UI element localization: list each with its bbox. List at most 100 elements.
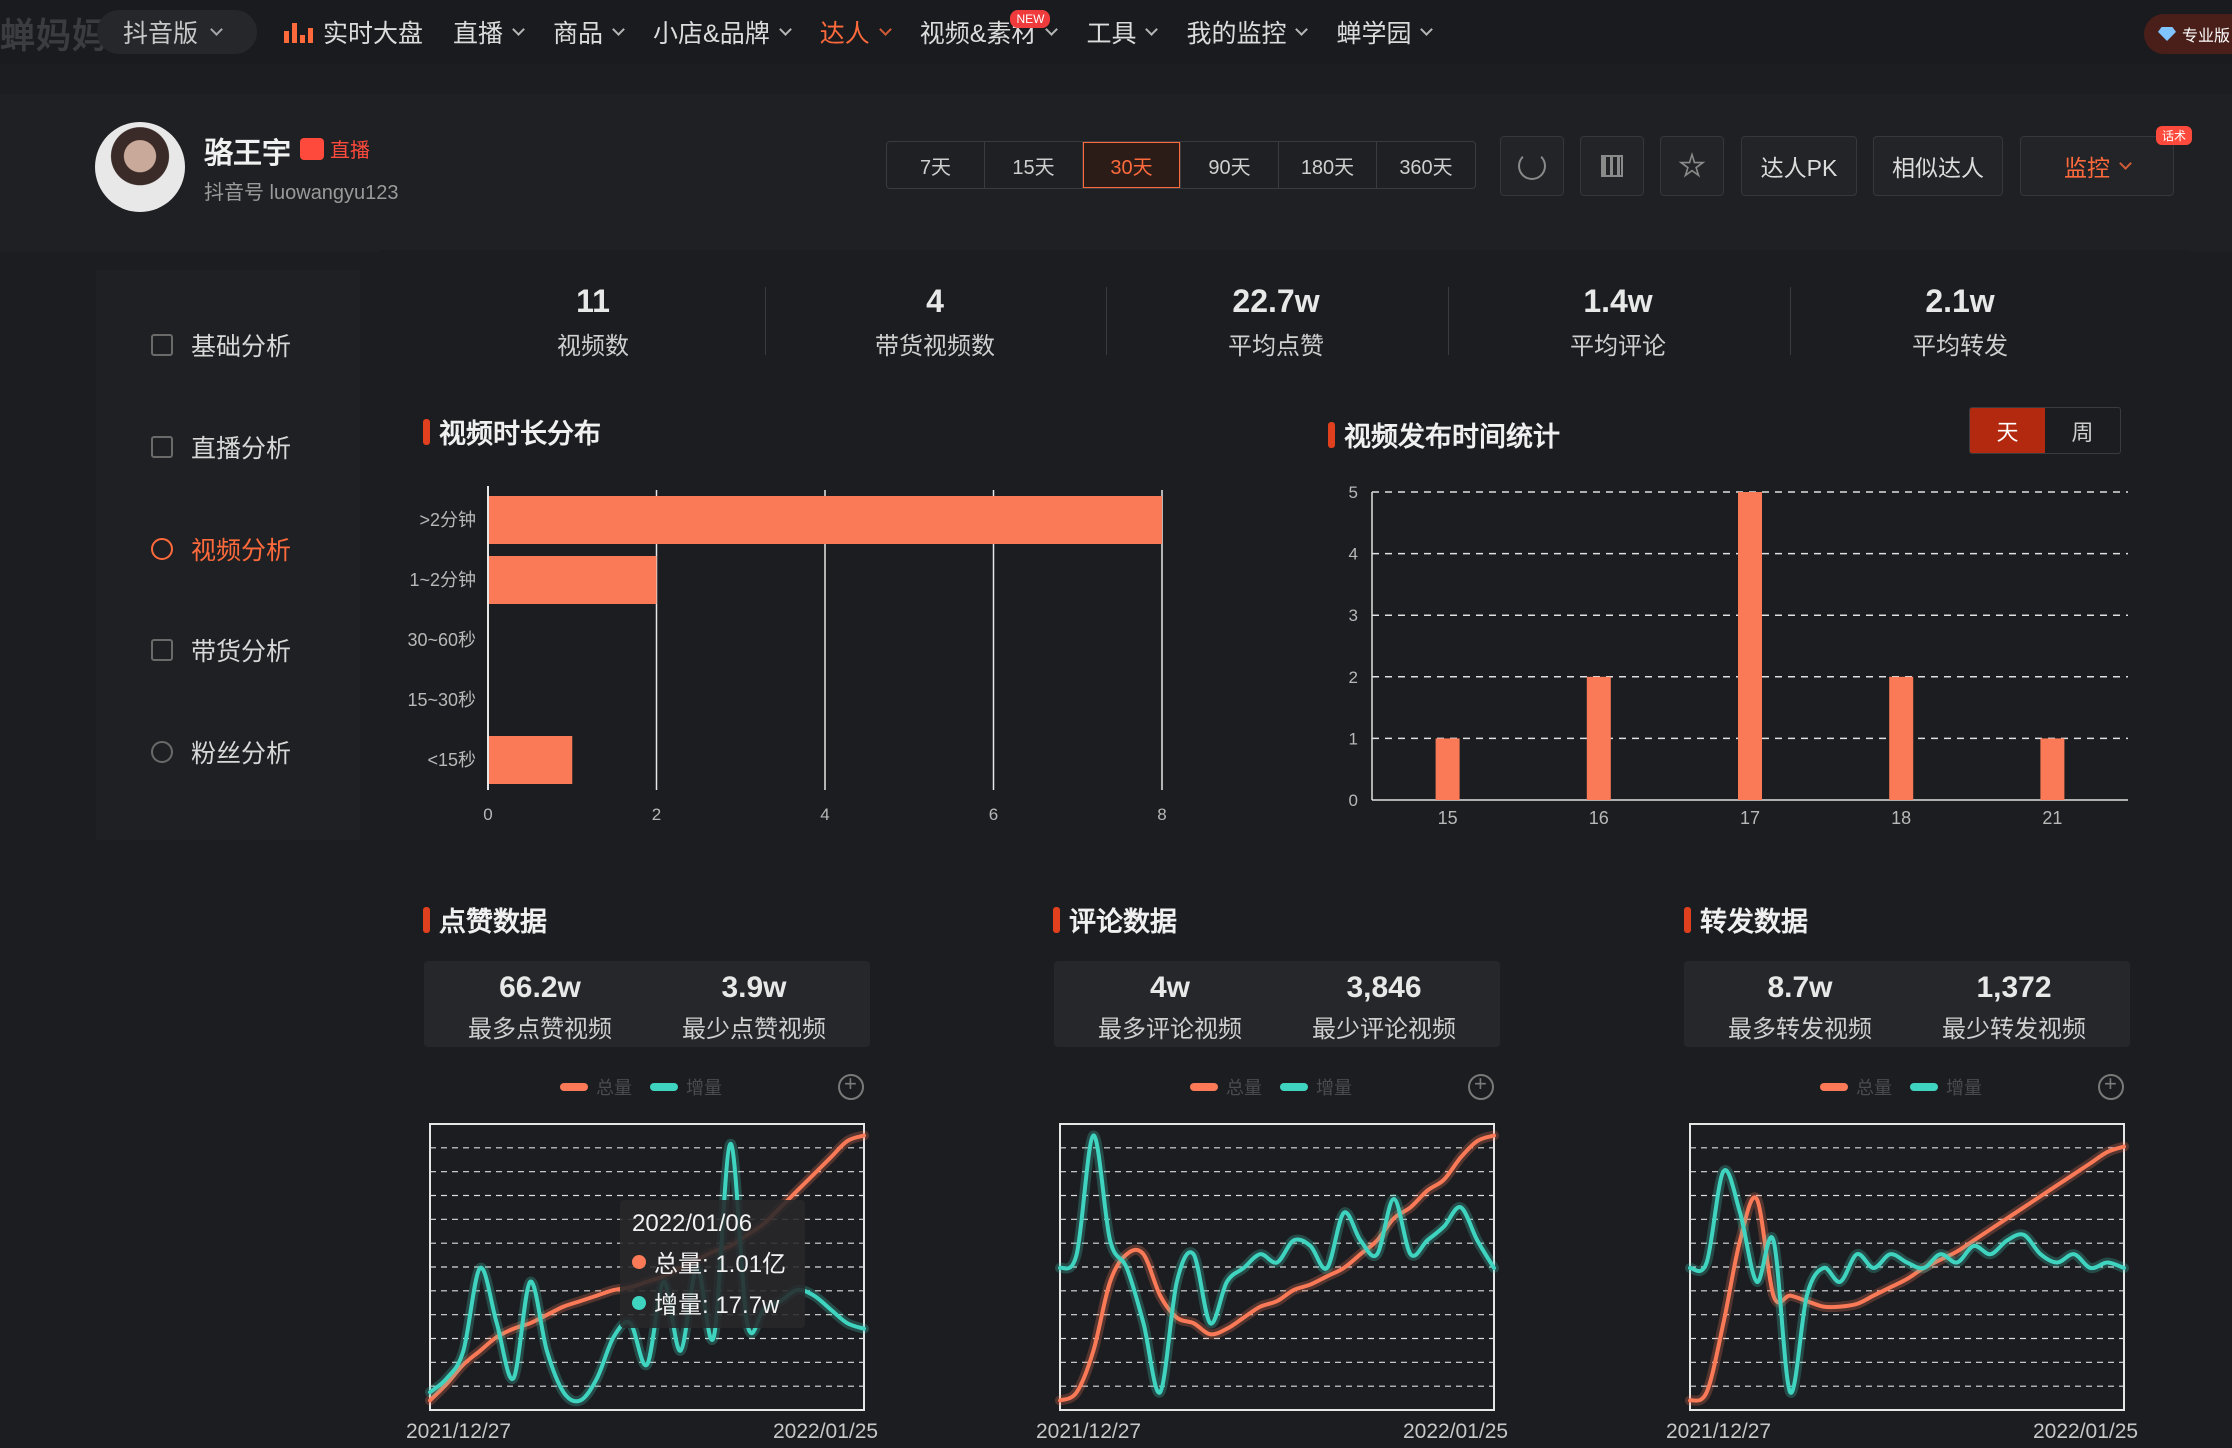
tooltip-total: 总量: 1.01亿 bbox=[654, 1251, 787, 1278]
shares-line-chart[interactable] bbox=[1684, 1118, 2134, 1418]
toggle-week[interactable]: 周 bbox=[2045, 408, 2120, 453]
version-select[interactable]: 抖音版 bbox=[97, 10, 257, 54]
period-180d[interactable]: 180天 bbox=[1279, 142, 1377, 188]
nav-label: 商品 bbox=[553, 20, 604, 48]
chart-tooltip: 2022/01/06 总量: 1.01亿 增量: 17.7w bbox=[620, 1200, 805, 1328]
min-comments[interactable]: 3,846 最少评论视频 bbox=[1284, 971, 1484, 1044]
comments-line-chart[interactable] bbox=[1054, 1118, 1504, 1418]
legend-label: 增量 bbox=[1946, 1078, 1982, 1098]
section-title-text: 点赞数据 bbox=[439, 907, 547, 937]
x-start-date: 2021/12/27 bbox=[1666, 1420, 1772, 1443]
stat-label: 平均点赞 bbox=[1228, 333, 1324, 360]
chevron-down-icon bbox=[2119, 156, 2132, 170]
comments-legend[interactable]: 总量 增量 bbox=[1190, 1074, 1352, 1100]
max-likes[interactable]: 66.2w 最多点赞视频 bbox=[440, 971, 640, 1044]
shares-legend[interactable]: 总量 增量 bbox=[1820, 1074, 1982, 1100]
monitor-label: 监控 bbox=[2064, 155, 2110, 181]
nav-item-my-monitor[interactable]: 我的监控 bbox=[1186, 14, 1309, 50]
pro-version-button[interactable]: 专业版 bbox=[2144, 14, 2232, 54]
likes-legend[interactable]: 总量 增量 bbox=[560, 1074, 722, 1100]
stat-value: 1.4w bbox=[1583, 283, 1653, 319]
x-tick-label: 8 bbox=[1157, 805, 1166, 824]
influencer-pk-button[interactable]: 达人PK bbox=[1741, 136, 1857, 196]
legend-swatch bbox=[560, 1083, 588, 1091]
x-tick-label: 17 bbox=[1740, 808, 1760, 828]
favorite-button[interactable] bbox=[1660, 136, 1724, 196]
nav-item-influencer[interactable]: 达人 bbox=[819, 14, 892, 50]
nav-item-shop-brand[interactable]: 小店&品牌 bbox=[653, 14, 792, 50]
summary-value: 1,372 bbox=[1976, 971, 2052, 1004]
y-tick-label: <15秒 bbox=[427, 750, 476, 770]
x-tick-label: 2 bbox=[652, 805, 661, 824]
nav-item-realtime[interactable]: 实时大盘 bbox=[284, 14, 423, 50]
refresh-button[interactable] bbox=[1500, 136, 1564, 196]
live-badge[interactable]: 直播 bbox=[300, 134, 370, 163]
sidebar-item-label: 直播分析 bbox=[191, 435, 292, 463]
x-start-date: 2021/12/27 bbox=[1036, 1420, 1142, 1443]
day-week-toggle: 天 周 bbox=[1969, 407, 2121, 454]
zoom-icon[interactable] bbox=[838, 1071, 864, 1100]
nav-item-academy[interactable]: 蝉学园 bbox=[1336, 14, 1434, 50]
sidebar-item-label: 基础分析 bbox=[191, 333, 292, 361]
bag-icon bbox=[151, 639, 173, 661]
zoom-icon[interactable] bbox=[1468, 1071, 1494, 1100]
nav-label: 工具 bbox=[1086, 20, 1137, 48]
summary-label: 最少转发视频 bbox=[1942, 1016, 2086, 1043]
sidebar-item-basic[interactable]: 基础分析 bbox=[151, 327, 291, 363]
pro-label: 专业版 bbox=[2182, 28, 2231, 45]
x-tick-label: 21 bbox=[2042, 808, 2062, 828]
tooltip-increment: 增量: 17.7w bbox=[654, 1292, 780, 1319]
min-shares[interactable]: 1,372 最少转发视频 bbox=[1914, 971, 2114, 1044]
legend-label: 总量 bbox=[1856, 1078, 1892, 1098]
nav-item-video-material[interactable]: 视频&素材 NEW bbox=[920, 10, 1059, 50]
sidebar-item-live[interactable]: 直播分析 bbox=[151, 429, 291, 465]
monitor-button[interactable]: 监控 bbox=[2020, 136, 2174, 196]
sidebar-item-video[interactable]: 视频分析 bbox=[151, 531, 291, 567]
calendar-icon bbox=[151, 436, 173, 458]
y-tick-label: >2分钟 bbox=[419, 510, 476, 530]
max-shares[interactable]: 8.7w 最多转发视频 bbox=[1700, 971, 1900, 1044]
qrcode-button[interactable] bbox=[1580, 136, 1644, 196]
shares-section-title: 转发数据 bbox=[1684, 900, 1808, 939]
chevron-down-icon bbox=[1420, 22, 1434, 36]
period-30d[interactable]: 30天 bbox=[1083, 142, 1181, 188]
legend-swatch bbox=[1820, 1083, 1848, 1091]
x-tick-label: 15 bbox=[1438, 808, 1458, 828]
period-90d[interactable]: 90天 bbox=[1181, 142, 1279, 188]
summary-label: 最多点赞视频 bbox=[468, 1016, 612, 1043]
toggle-day[interactable]: 天 bbox=[1970, 408, 2045, 453]
sidebar-item-sales[interactable]: 带货分析 bbox=[151, 632, 291, 668]
duration-chart: 0 2 4 6 8 >2分钟 1~2分钟 30~60秒 15~30秒 <15秒 bbox=[407, 486, 1167, 824]
y-tick-label: 5 bbox=[1349, 483, 1358, 502]
nav-label: 达人 bbox=[819, 20, 870, 48]
user-icon bbox=[151, 741, 173, 763]
zoom-icon[interactable] bbox=[2098, 1071, 2124, 1100]
y-tick-label: 2 bbox=[1349, 668, 1358, 687]
live-label: 直播 bbox=[330, 140, 370, 162]
douyin-id: 抖音号 luowangyu123 bbox=[204, 182, 399, 204]
period-7d[interactable]: 7天 bbox=[887, 142, 985, 188]
nav-item-live[interactable]: 直播 bbox=[453, 14, 525, 50]
publish-time-chart: 0 1 2 3 4 5 15 16 17 18 21 bbox=[1349, 483, 2128, 828]
max-comments[interactable]: 4w 最多评论视频 bbox=[1070, 971, 1270, 1044]
similar-influencer-button[interactable]: 相似达人 bbox=[1873, 136, 2003, 196]
min-likes[interactable]: 3.9w 最少点赞视频 bbox=[654, 971, 854, 1044]
legend-swatch bbox=[1910, 1083, 1938, 1091]
bar bbox=[488, 556, 657, 604]
sidebar-item-label: 粉丝分析 bbox=[191, 740, 292, 768]
likes-summary: 66.2w 最多点赞视频 3.9w 最少点赞视频 bbox=[424, 961, 870, 1047]
period-360d[interactable]: 360天 bbox=[1377, 142, 1475, 188]
stat-label: 平均评论 bbox=[1570, 333, 1666, 360]
x-end-date: 2022/01/25 bbox=[2033, 1420, 2139, 1443]
tooltip-dot bbox=[632, 1254, 646, 1269]
play-icon bbox=[151, 538, 173, 560]
sidebar-item-fans[interactable]: 粉丝分析 bbox=[151, 734, 291, 770]
period-15d[interactable]: 15天 bbox=[985, 142, 1083, 188]
nav-item-product[interactable]: 商品 bbox=[553, 14, 625, 50]
stat-value: 22.7w bbox=[1232, 283, 1320, 319]
publish-section-title: 视频发布时间统计 bbox=[1328, 415, 1560, 454]
nav-item-tools[interactable]: 工具 bbox=[1086, 14, 1159, 50]
chevron-down-icon bbox=[1145, 22, 1159, 36]
bar bbox=[1738, 492, 1762, 800]
title-marker bbox=[423, 906, 430, 933]
